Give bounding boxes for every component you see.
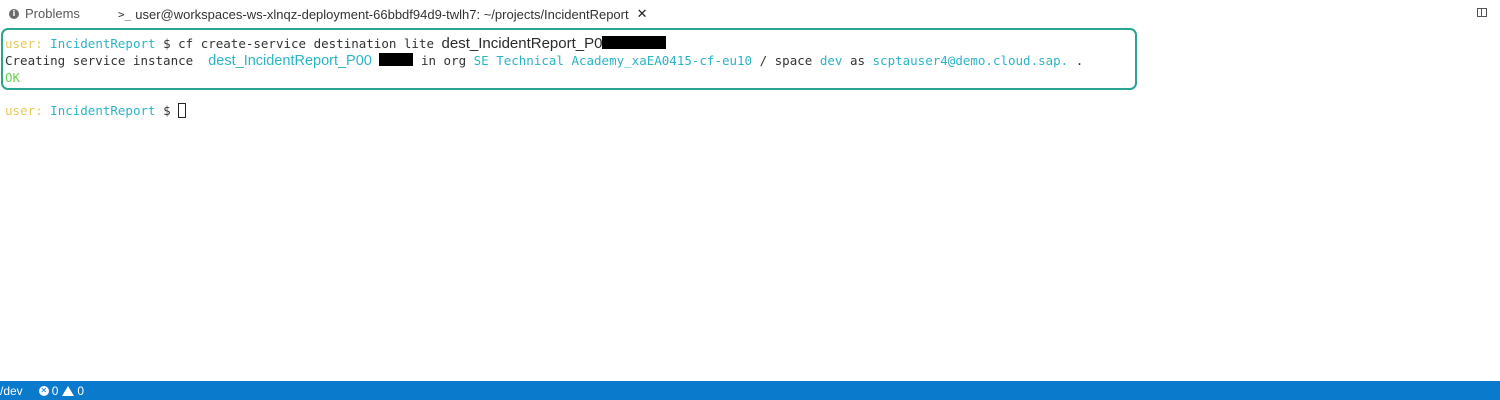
error-icon: ✕ xyxy=(38,385,49,396)
tab-terminal-title: user@workspaces-ws-xlnqz-deployment-66bb… xyxy=(135,7,629,22)
highlight-annotation-box xyxy=(1,28,1137,90)
tab-problems-label: Problems xyxy=(25,6,80,21)
status-bar: /dev ✕ 0 0 xyxy=(0,381,1500,400)
problems-counter[interactable]: ✕ 0 0 xyxy=(38,383,85,398)
info-icon: i xyxy=(9,8,19,19)
tab-terminal[interactable]: >_ user@workspaces-ws-xlnqz-deployment-6… xyxy=(118,7,648,22)
close-icon[interactable]: ✕ xyxy=(637,7,648,22)
status-path[interactable]: /dev xyxy=(0,384,23,398)
panel-tab-bar: i Problems >_ user@workspaces-ws-xlnqz-d… xyxy=(0,0,1500,28)
warning-count: 0 xyxy=(77,383,85,398)
terminal-cursor[interactable] xyxy=(178,103,187,118)
terminal-prompt-line: user: IncidentReport $ xyxy=(5,103,187,118)
prompt-symbol: $ xyxy=(163,103,171,118)
split-panel-icon[interactable] xyxy=(1477,8,1487,17)
prompt-directory: IncidentReport xyxy=(50,103,156,118)
warning-icon xyxy=(62,385,75,396)
prompt-user: user: xyxy=(5,103,43,118)
tab-problems[interactable]: i Problems xyxy=(9,6,80,21)
terminal-prompt-icon: >_ xyxy=(118,8,132,21)
error-count: 0 xyxy=(51,383,59,398)
